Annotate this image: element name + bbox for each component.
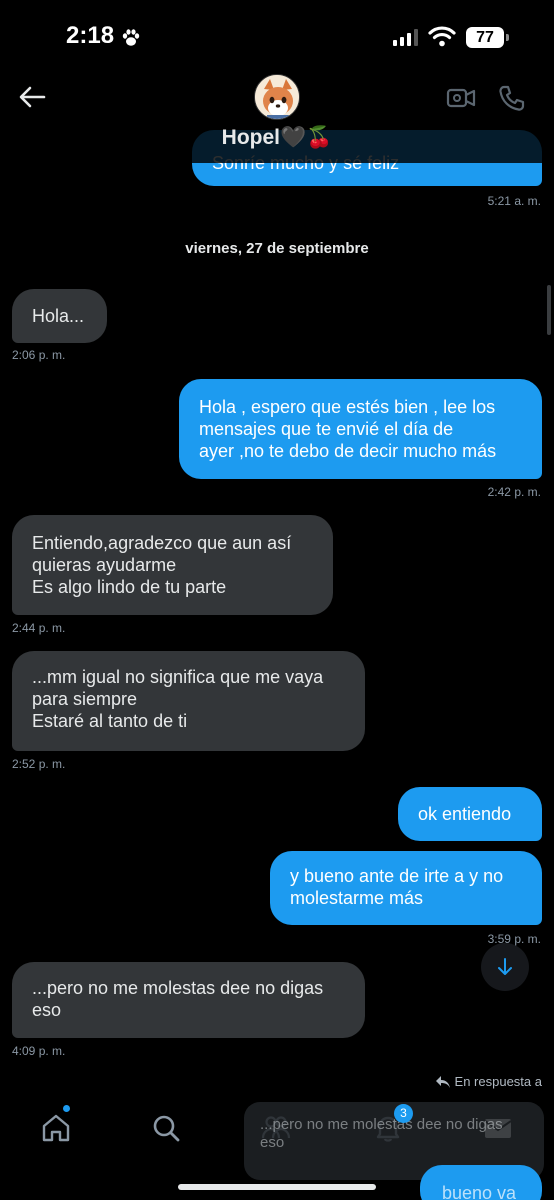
back-arrow-icon[interactable]: [18, 85, 46, 109]
home-new-dot: [63, 1105, 70, 1112]
status-bar: 2:18 77: [0, 0, 554, 70]
contact-avatar[interactable]: [254, 74, 300, 120]
draft-message-bubble[interactable]: bueno va: [420, 1165, 542, 1200]
contact-name[interactable]: Hopel🖤🍒: [0, 126, 554, 150]
video-call-icon[interactable]: [446, 84, 476, 112]
status-time: 2:18: [66, 22, 115, 49]
notification-count-badge: 3: [394, 1104, 413, 1123]
message-timestamp: 2:52 p. m.: [12, 757, 66, 771]
message-bubble-outgoing[interactable]: y bueno ante de irte a y no molestarme m…: [270, 851, 542, 925]
fox-avatar-image: [255, 75, 299, 119]
date-separator: viernes, 27 de septiembre: [185, 240, 369, 257]
message-bubble-incoming[interactable]: ...mm igual no significa que me vaya par…: [12, 651, 365, 751]
chat-header: Hopel🖤🍒: [0, 60, 554, 163]
message-list[interactable]: Sonríe mucho y sé feliz 5:21 a. m. viern…: [0, 0, 554, 1200]
home-icon[interactable]: [40, 1112, 72, 1144]
scrollbar[interactable]: [547, 285, 551, 335]
arrow-down-icon: [498, 958, 512, 975]
message-bubble-incoming[interactable]: ...pero no me molestas dee no digas eso: [12, 962, 365, 1038]
message-timestamp: 5:21 a. m.: [487, 194, 541, 208]
scroll-to-bottom-button[interactable]: [481, 943, 529, 991]
message-bubble-incoming[interactable]: Entiendo,agradezco que aun así quieras a…: [12, 515, 333, 615]
message-bubble-incoming[interactable]: Hola...: [12, 289, 107, 343]
cellular-signal-icon: [393, 28, 418, 46]
search-icon[interactable]: [150, 1112, 182, 1144]
message-timestamp: 4:09 p. m.: [12, 1044, 66, 1058]
reply-arrow-icon: [435, 1075, 450, 1088]
paw-icon: [122, 29, 140, 46]
phone-call-icon[interactable]: [497, 84, 527, 112]
message-timestamp: 2:44 p. m.: [12, 621, 66, 635]
reply-label-text: En respuesta a: [454, 1074, 542, 1089]
home-indicator[interactable]: [178, 1184, 376, 1190]
message-timestamp: 2:42 p. m.: [487, 485, 541, 499]
message-bubble-outgoing[interactable]: Hola , espero que estés bien , lee los m…: [179, 379, 542, 479]
reply-label: En respuesta a: [435, 1074, 542, 1089]
wifi-icon: [428, 26, 456, 47]
battery-indicator: 77: [466, 27, 509, 48]
message-bubble-outgoing[interactable]: ok entiendo: [398, 787, 542, 841]
message-timestamp: 2:06 p. m.: [12, 348, 66, 362]
